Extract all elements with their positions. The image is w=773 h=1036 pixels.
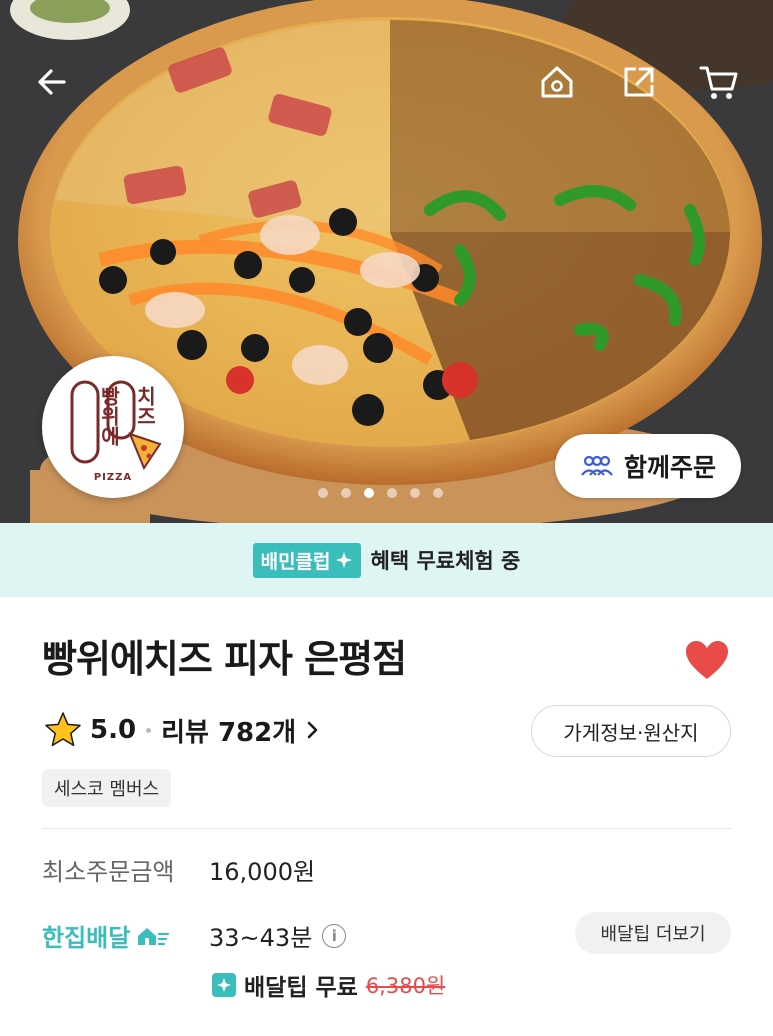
- review-link[interactable]: 리뷰 782개: [161, 712, 320, 749]
- carousel-dot[interactable]: [318, 488, 328, 498]
- baemin-club-badge-label: 배민클럽: [260, 550, 331, 573]
- delivery-type-label: 한집배달: [42, 924, 131, 952]
- cart-button[interactable]: [697, 60, 741, 104]
- store-logo: 빵위에 치즈 PIZZA: [42, 356, 184, 498]
- sparkle-icon: [335, 552, 352, 568]
- share-icon: [624, 67, 654, 97]
- logo-subtext: PIZZA: [93, 472, 133, 483]
- carousel-dot[interactable]: [410, 488, 420, 498]
- star-icon: [45, 712, 81, 747]
- home-button[interactable]: [535, 60, 579, 104]
- separator-dot: [146, 727, 152, 733]
- logo-text-main: 빵위에: [97, 386, 121, 446]
- carousel-indicator: [318, 488, 443, 498]
- share-button[interactable]: [617, 60, 661, 104]
- store-name: 빵위에치즈 피자 은평점: [42, 637, 407, 681]
- min-order-value: 16,000원: [209, 858, 316, 886]
- free-delivery-row: 배달팁 무료 6,380원: [212, 968, 445, 1002]
- together-order-button[interactable]: 함께주문: [555, 434, 741, 498]
- info-icon[interactable]: i: [322, 923, 347, 948]
- group-users-icon: [581, 455, 613, 476]
- original-delivery-tip: 6,380원: [365, 974, 446, 998]
- rating-value: 5.0: [90, 715, 137, 745]
- store-info-button[interactable]: 가게정보·원산지: [531, 705, 731, 757]
- back-button[interactable]: [30, 60, 74, 104]
- cart-icon: [699, 66, 738, 99]
- sparkle-badge-icon: [212, 973, 236, 997]
- delivery-time: 33~43분 i: [209, 918, 347, 953]
- home-icon: [541, 66, 573, 98]
- delivery-time-value: 33~43분: [209, 924, 313, 952]
- logo-text-cheese: 치즈: [133, 386, 157, 426]
- heart-icon: [686, 641, 728, 679]
- review-count: 리뷰 782개: [161, 717, 297, 748]
- chevron-right-icon: [307, 721, 318, 739]
- carousel-dot[interactable]: [433, 488, 443, 498]
- hero-image[interactable]: 빵위에 치즈 PIZZA 함께주문: [0, 0, 773, 523]
- delivery-tip-more-button[interactable]: 배달팁 더보기: [575, 912, 731, 954]
- fast-home-icon: [138, 927, 170, 945]
- min-order-label: 최소주문금액: [42, 858, 175, 886]
- together-order-label: 함께주문: [623, 453, 716, 482]
- divider: [42, 828, 732, 829]
- carousel-dot-active[interactable]: [364, 488, 374, 498]
- carousel-dot[interactable]: [387, 488, 397, 498]
- club-benefit-text: 혜택 무료체험 중: [370, 549, 521, 573]
- baemin-club-badge: 배민클럽: [252, 542, 361, 578]
- delivery-type: 한집배달: [42, 918, 170, 953]
- sesco-member-tag: 세스코 멤버스: [42, 769, 172, 807]
- favorite-button[interactable]: [683, 638, 731, 682]
- rating-row: 5.0 리뷰 782개: [44, 708, 320, 752]
- arrow-left-icon: [38, 69, 66, 95]
- carousel-dot[interactable]: [341, 488, 351, 498]
- baemin-club-banner[interactable]: 배민클럽 혜택 무료체험 중: [0, 523, 773, 597]
- free-delivery-label: 배달팁 무료: [244, 975, 358, 1001]
